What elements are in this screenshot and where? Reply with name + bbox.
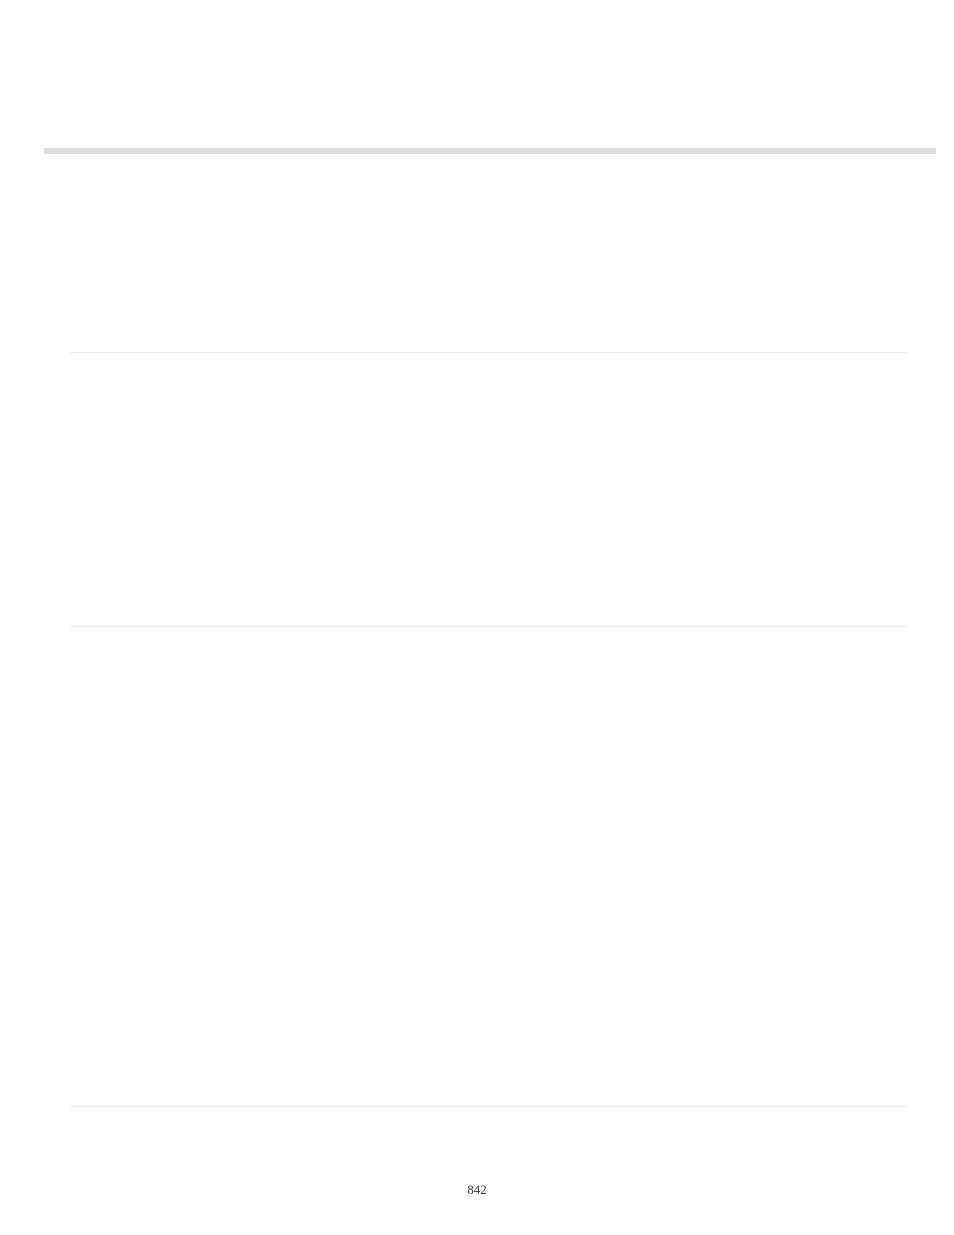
section-divider (70, 1106, 908, 1107)
section-divider (70, 352, 908, 353)
section-divider (70, 626, 908, 627)
header-bar (44, 148, 936, 154)
page-number: 842 (0, 1182, 954, 1198)
